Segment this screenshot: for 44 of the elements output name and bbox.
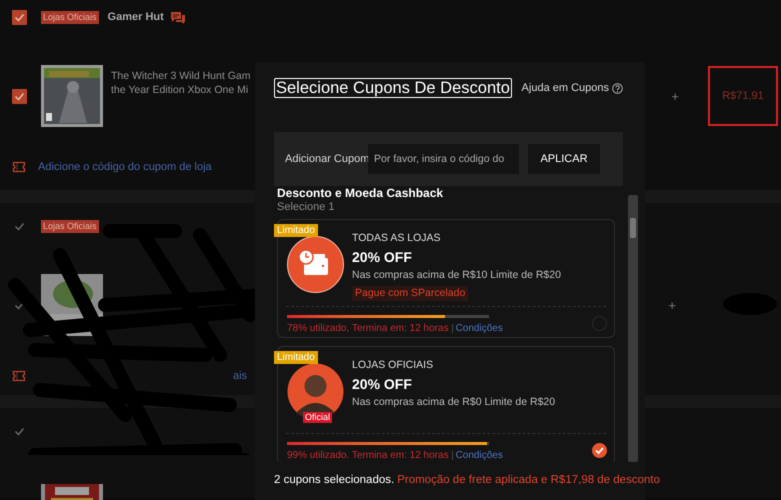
coupon-scope: TODAS AS LOJAS (352, 232, 441, 245)
wallet-clock-icon (287, 236, 344, 293)
coupon-link[interactable]: Adicione o código do cupom de loja (38, 158, 212, 176)
coupon-condition: Nas compras acima de R$0 Limite de R$20 (352, 396, 556, 409)
limited-badge: Limitado (274, 351, 318, 364)
promo-text: Promoção de frete aplicada e R$17,98 de desconto (397, 473, 660, 488)
checkbox[interactable] (12, 88, 27, 104)
section-subtitle: Selecione 1 (277, 200, 336, 214)
section-title: Desconto e Moeda Cashback (277, 186, 444, 200)
product-title-line[interactable]: The Witcher 3 Wild Hunt Gam (111, 69, 250, 83)
product-title-line[interactable]: the Year Edition Xbox One Mi (111, 83, 250, 97)
plus-button[interactable]: + (669, 90, 681, 102)
coupon-card[interactable]: Limitado TODAS AS LOJAS 20% OFF Nas compras acima de R$10 Limite de R$20 Pague com SParcelado 78% utilizado, Termina em: 12 horas Condições (277, 219, 615, 338)
conditions-link[interactable]: Condições (456, 448, 503, 462)
coupon-scope: LOJAS OFICIAIS (352, 359, 434, 372)
selection-count: 2 cupons selecionados. (274, 473, 394, 488)
coupon-card[interactable]: Limitado Oficial LOJAS OFICIAIS 20% OFF Nas compras acima de R$0 Limite de R$20 99% utilizado. Termina em: 12 horas Condições (277, 346, 615, 462)
coupon-label: Adicionar Cupom (285, 152, 368, 167)
scrollbar[interactable] (628, 195, 638, 462)
modal-title: Selecione Cupons De Desconto (274, 78, 512, 98)
chat-icon[interactable] (170, 10, 186, 24)
help-link-text[interactable]: Ajuda em Cupons (522, 80, 609, 96)
store-badge: Lojas Oficiais (41, 220, 99, 232)
coupon-input[interactable]: Por favor, insira o código do (368, 144, 519, 174)
usage-text: 99% utilizado. Termina em: 12 horas (287, 449, 449, 462)
official-badge: Oficial (303, 412, 332, 423)
price-text: R$71,91 (722, 88, 764, 104)
help-icon[interactable] (612, 82, 623, 94)
ticket-icon (12, 369, 26, 383)
ticket-icon (12, 160, 26, 174)
payment-tag: Pague com SParcelado (352, 286, 468, 301)
usage-text: 78% utilizado, Termina em: 12 horas (287, 322, 449, 336)
store-badge: Lojas Oficiais (41, 10, 99, 24)
coupon-link[interactable]: ais (233, 368, 248, 384)
check-circle-icon[interactable] (592, 443, 607, 458)
coupon-discount: 20% OFF (352, 376, 412, 393)
limited-badge: Limitado (274, 224, 318, 237)
coupon-condition: Nas compras acima de R$10 Limite de R$20 (352, 269, 561, 282)
store-name[interactable]: Gamer Hut (108, 8, 164, 26)
plus-button[interactable]: + (666, 298, 678, 312)
conditions-link[interactable]: Condições (456, 321, 503, 336)
coupon-discount: 20% OFF (352, 249, 412, 266)
checkbox[interactable] (12, 10, 27, 24)
apply-button[interactable]: APLICAR (528, 144, 600, 174)
